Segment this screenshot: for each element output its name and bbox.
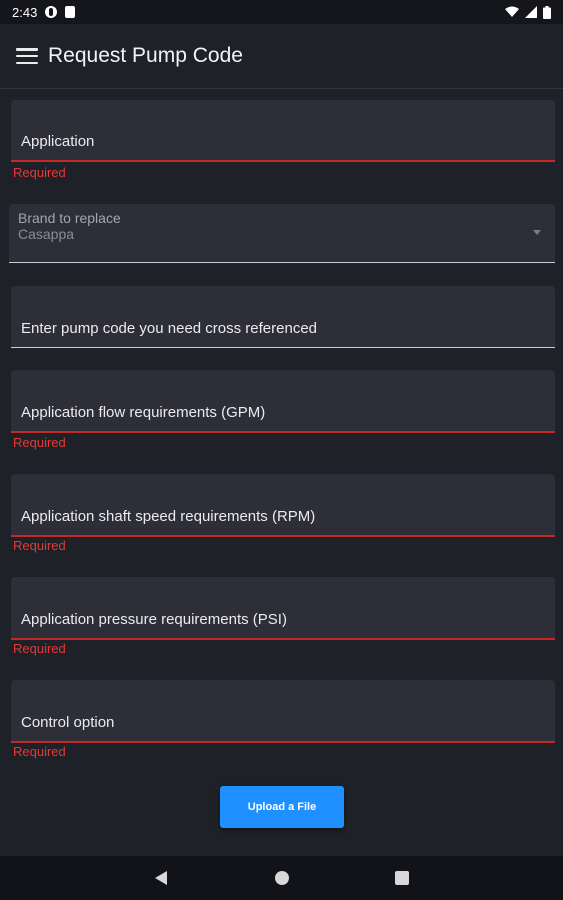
back-icon[interactable] (155, 871, 167, 885)
system-nav-bar (0, 856, 563, 900)
flow-field[interactable]: Application flow requirements (GPM) (11, 370, 555, 433)
pump-code-field[interactable]: Enter pump code you need cross reference… (11, 286, 555, 348)
brand-dropdown[interactable]: Brand to replace Casappa (9, 204, 555, 263)
dropdown-arrow-icon (533, 230, 541, 235)
shaft-speed-field[interactable]: Application shaft speed requirements (RP… (11, 474, 555, 537)
upload-file-button[interactable]: Upload a File (220, 786, 344, 828)
flow-label: Application flow requirements (GPM) (21, 404, 266, 421)
pressure-required-error: Required (13, 641, 66, 656)
recents-icon[interactable] (395, 871, 409, 885)
sd-card-icon (65, 6, 76, 18)
page-title: Request Pump Code (48, 44, 243, 67)
pressure-label: Application pressure requirements (PSI) (21, 611, 287, 628)
status-bar: 2:43 (0, 0, 563, 24)
flow-required-error: Required (13, 435, 66, 450)
brand-label: Brand to replace (18, 210, 121, 226)
shaft-speed-required-error: Required (13, 538, 66, 553)
application-field[interactable]: Application (11, 100, 555, 162)
pressure-field[interactable]: Application pressure requirements (PSI) (11, 577, 555, 640)
wifi-icon (505, 6, 519, 17)
application-required-error: Required (13, 165, 66, 180)
hamburger-menu-icon[interactable] (16, 48, 38, 64)
shaft-speed-label: Application shaft speed requirements (RP… (21, 508, 316, 525)
application-label: Application (21, 133, 95, 150)
status-time: 2:43 (12, 4, 38, 20)
control-option-field[interactable]: Control option (11, 680, 555, 743)
control-option-required-error: Required (13, 744, 66, 759)
battery-icon (543, 5, 551, 19)
signal-icon (525, 6, 537, 18)
pinterest-icon (45, 6, 58, 18)
pump-code-label: Enter pump code you need cross reference… (21, 320, 318, 337)
app-bar: Request Pump Code (0, 24, 563, 89)
brand-value: Casappa (18, 226, 75, 242)
control-option-label: Control option (21, 714, 115, 731)
home-icon[interactable] (275, 871, 289, 885)
